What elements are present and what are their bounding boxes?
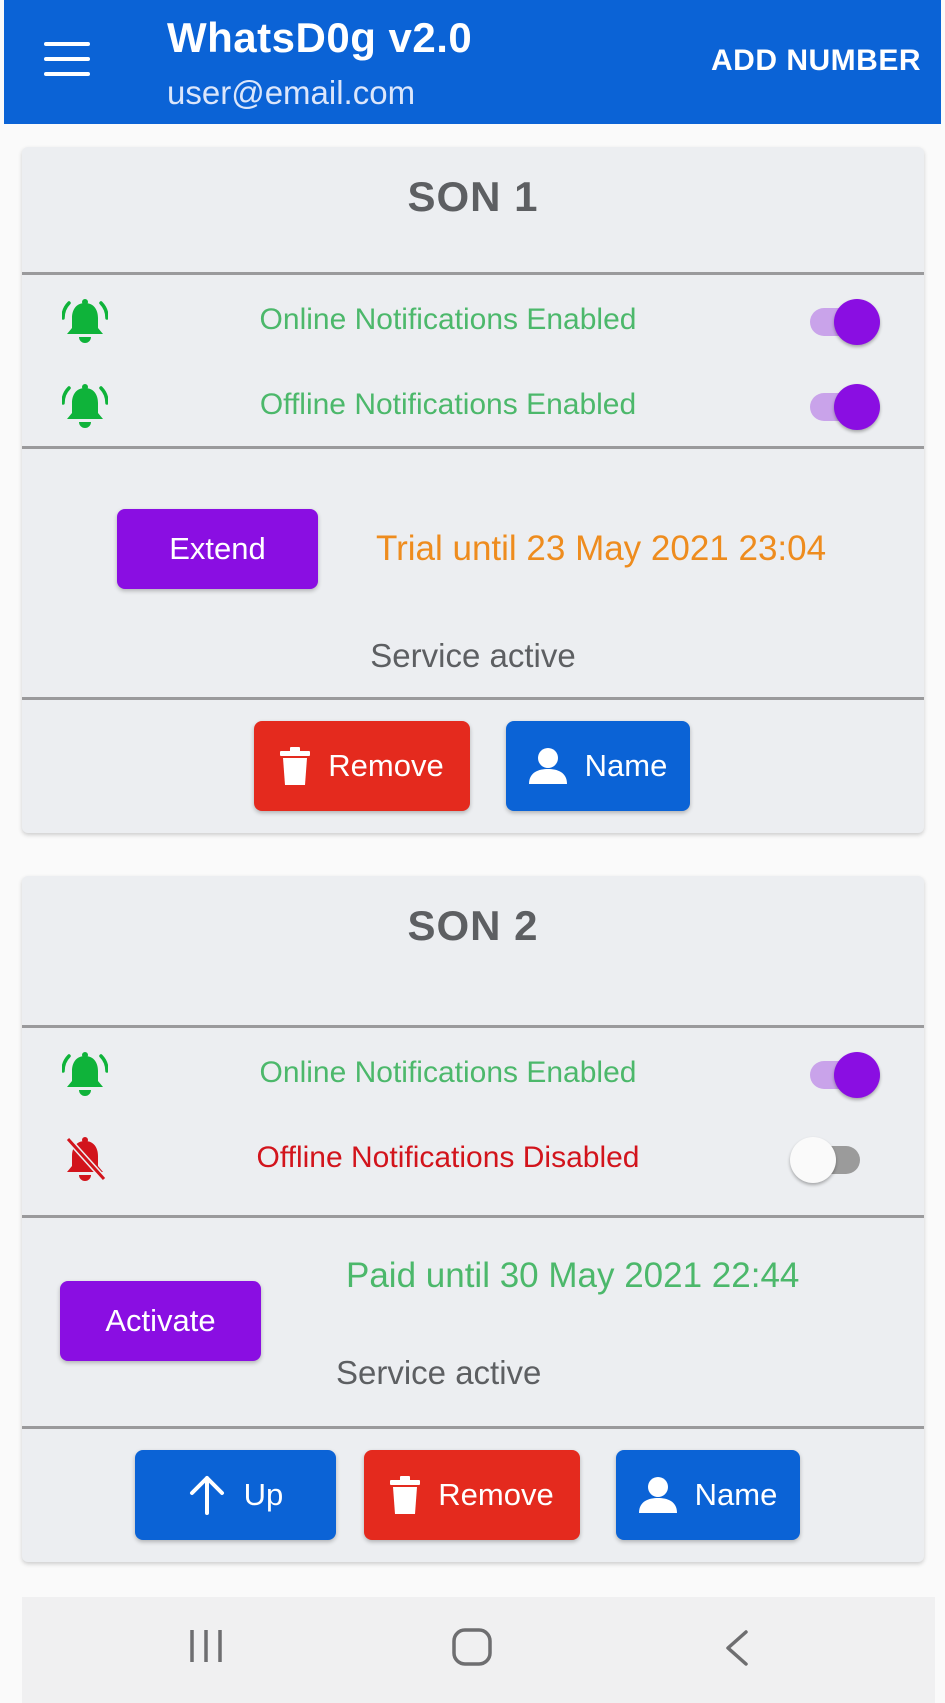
- name-label: Name: [584, 748, 668, 783]
- card-title: SON 1: [407, 173, 539, 220]
- bell-ringing-icon: [62, 1052, 108, 1096]
- back-icon[interactable]: [722, 1629, 752, 1667]
- notification-label: Offline Notifications Enabled: [259, 388, 637, 421]
- online-notification-row: Online Notifications Enabled: [22, 289, 924, 349]
- person-icon: [638, 1477, 677, 1513]
- name-button[interactable]: Name: [506, 721, 690, 811]
- recent-apps-icon[interactable]: [188, 1627, 224, 1665]
- service-status: Service active: [336, 1354, 542, 1391]
- online-notifications-toggle[interactable]: [806, 299, 880, 345]
- divider: [22, 1426, 924, 1429]
- number-card-son-2: SON 2 Online Notifications Enabled Offli…: [22, 876, 924, 1562]
- up-label: Up: [243, 1477, 284, 1512]
- arrow-up-icon: [189, 1476, 224, 1515]
- up-button[interactable]: Up: [135, 1450, 336, 1540]
- remove-button[interactable]: Remove: [364, 1450, 580, 1540]
- offline-notifications-toggle[interactable]: [790, 1137, 864, 1183]
- card-title: SON 2: [407, 902, 539, 949]
- remove-button[interactable]: Remove: [254, 721, 470, 811]
- trash-icon: [390, 1476, 421, 1514]
- remove-label: Remove: [438, 1477, 554, 1512]
- extend-button[interactable]: Extend: [117, 509, 318, 589]
- offline-notifications-toggle[interactable]: [806, 384, 880, 430]
- offline-notification-row: Offline Notifications Enabled: [22, 374, 924, 434]
- service-status: Service active: [370, 637, 576, 674]
- user-email: user@email.com: [167, 74, 416, 111]
- remove-label: Remove: [328, 748, 444, 783]
- menu-button[interactable]: [44, 42, 90, 76]
- notification-label: Online Notifications Enabled: [259, 303, 637, 336]
- divider: [22, 446, 924, 449]
- number-card-son-1: SON 1 Online Notifications Enabled Offli…: [22, 147, 924, 833]
- divider: [22, 1025, 924, 1028]
- paid-until-text: Paid until 30 May 2021 22:44: [346, 1256, 800, 1295]
- menu-icon: [44, 42, 90, 46]
- divider: [22, 697, 924, 700]
- home-icon[interactable]: [451, 1627, 493, 1667]
- system-nav-bar: [22, 1597, 935, 1703]
- activate-button[interactable]: Activate: [60, 1281, 261, 1361]
- bell-off-icon: [65, 1136, 107, 1182]
- online-notifications-toggle[interactable]: [806, 1052, 880, 1098]
- add-number-button[interactable]: ADD NUMBER: [711, 44, 921, 78]
- online-notification-row: Online Notifications Enabled: [22, 1042, 924, 1102]
- bell-ringing-icon: [62, 299, 108, 343]
- app-title: WhatsD0g v2.0: [167, 14, 473, 61]
- notification-label: Online Notifications Enabled: [259, 1056, 637, 1089]
- app-bar: WhatsD0g v2.0 user@email.com ADD NUMBER: [4, 0, 941, 124]
- bell-ringing-icon: [62, 384, 108, 428]
- divider: [22, 272, 924, 275]
- notification-label: Offline Notifications Disabled: [256, 1141, 640, 1174]
- name-label: Name: [694, 1477, 778, 1512]
- trash-icon: [280, 747, 311, 785]
- name-button[interactable]: Name: [616, 1450, 800, 1540]
- divider: [22, 1215, 924, 1218]
- trial-until-text: Trial until 23 May 2021 23:04: [376, 529, 827, 568]
- person-icon: [528, 748, 567, 784]
- offline-notification-row: Offline Notifications Disabled: [22, 1127, 924, 1187]
